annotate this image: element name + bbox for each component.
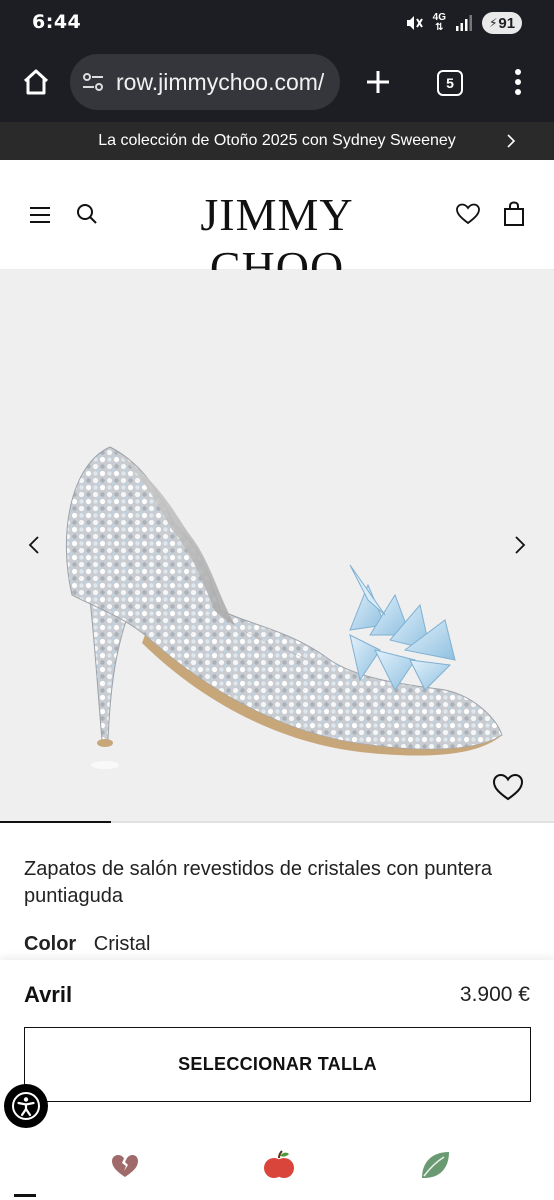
crystal-bow	[349, 564, 456, 691]
url-text[interactable]: row.jimmychoo.com/	[116, 69, 324, 96]
heart-icon[interactable]	[492, 772, 524, 802]
battery-level: 91	[498, 14, 516, 32]
chevron-right-icon	[507, 134, 516, 148]
broken-heart-icon[interactable]	[108, 1148, 142, 1182]
color-label: Color	[24, 933, 77, 955]
product-image	[65, 446, 503, 769]
accessibility-button[interactable]	[4, 1084, 48, 1128]
battery-bolt-icon: ⚡	[488, 16, 498, 30]
tab-count: 5	[446, 75, 454, 91]
browser-toolbar: row.jimmychoo.com/ 5	[0, 46, 554, 122]
product-price: 3.900 €	[459, 983, 530, 1006]
gallery-progress	[0, 821, 554, 823]
gallery-progress-fill	[0, 821, 111, 823]
site-settings-icon[interactable]	[80, 69, 106, 95]
promo-banner[interactable]: La colección de Otoño 2025 con Sydney Sw…	[0, 122, 554, 160]
battery-icon: ⚡ 91	[482, 12, 522, 34]
chevron-left-icon[interactable]	[24, 534, 46, 556]
status-indicators: 4G ⇅ ⚡ 91	[404, 11, 522, 35]
chevron-right-icon[interactable]	[508, 534, 530, 556]
signal-icon	[456, 15, 472, 31]
wishlist-icon[interactable]	[455, 202, 481, 226]
color-row: Color Cristal	[24, 933, 150, 956]
address-bar[interactable]: row.jimmychoo.com/	[70, 54, 340, 110]
color-value: Cristal	[93, 933, 151, 955]
more-menu-icon	[515, 69, 521, 95]
buy-panel: Avril 3.900 € SELECCIONAR TALLA	[0, 960, 554, 1200]
new-tab-button[interactable]	[360, 64, 396, 100]
menu-icon[interactable]	[28, 203, 52, 227]
accessibility-icon	[12, 1092, 40, 1120]
product-title: Zapatos de salón revestidos de cristales…	[24, 858, 493, 907]
network-type: 4G ⇅	[433, 13, 446, 33]
mute-icon	[406, 16, 423, 30]
leaf-icon[interactable]	[418, 1148, 452, 1182]
select-size-button[interactable]: SELECCIONAR TALLA	[24, 1027, 531, 1102]
site-header: JIMMY CHOO	[0, 160, 554, 293]
status-time: 6:44	[32, 11, 82, 33]
promo-text[interactable]: La colección de Otoño 2025 con Sydney Sw…	[98, 132, 456, 150]
more-menu-button[interactable]	[504, 64, 532, 100]
status-bar: 6:44 4G ⇅ ⚡ 91	[0, 0, 554, 46]
home-icon	[23, 69, 49, 95]
search-icon[interactable]	[75, 202, 99, 226]
apple-icon[interactable]	[262, 1148, 296, 1182]
home-button[interactable]	[18, 64, 54, 100]
product-name: Avril	[24, 982, 73, 1007]
data-arrows-icon: ⇅	[435, 22, 444, 33]
edge-indicator-icon	[14, 1194, 36, 1197]
new-tab-icon	[367, 71, 389, 93]
tab-switcher-button[interactable]: 5	[437, 70, 463, 96]
bag-icon[interactable]	[502, 201, 526, 227]
product-gallery[interactable]	[0, 270, 554, 822]
